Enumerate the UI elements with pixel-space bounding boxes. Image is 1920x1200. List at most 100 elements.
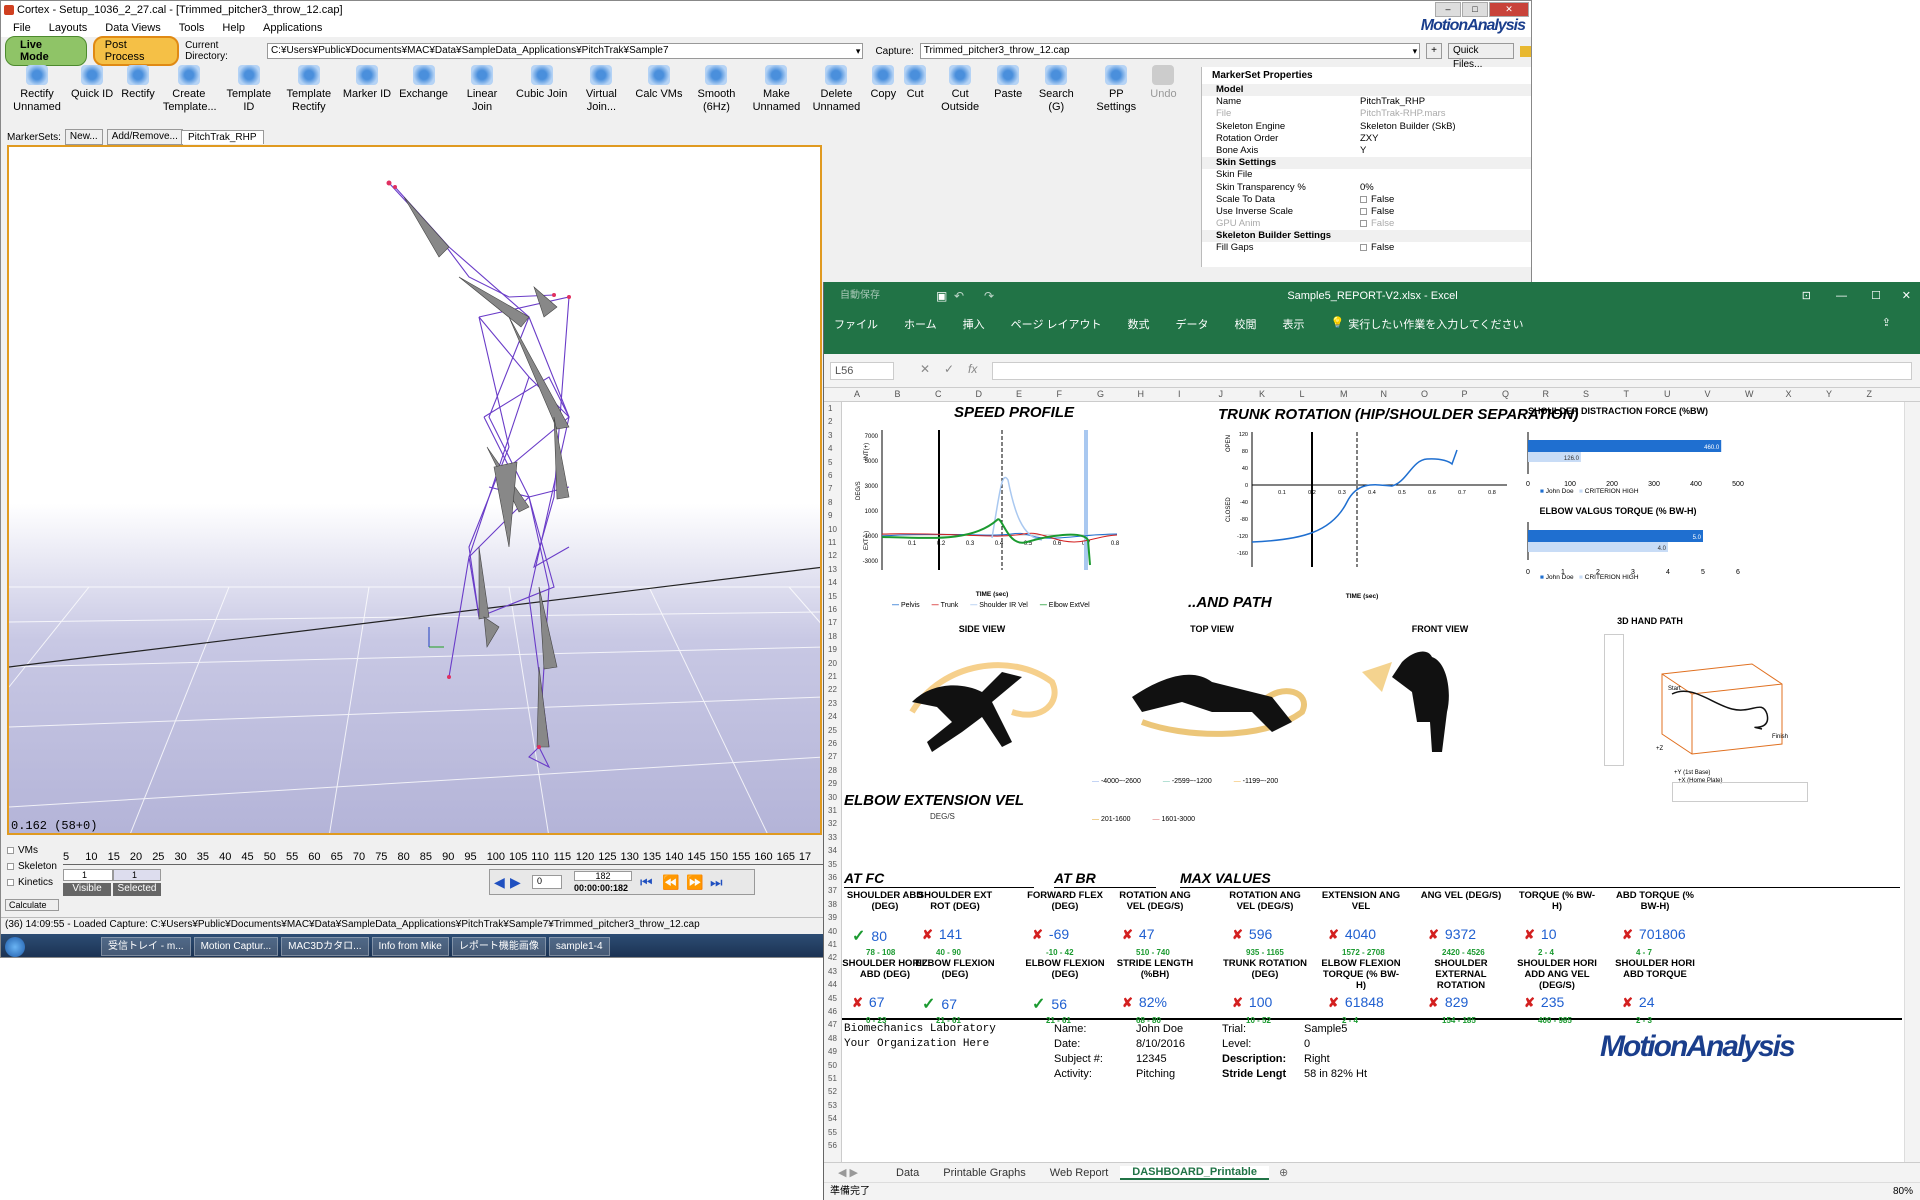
tab-insert[interactable]: 挿入 xyxy=(963,316,985,332)
add-remove-markerset-button[interactable]: Add/Remove... xyxy=(106,129,183,145)
post-process-button[interactable]: Post Process xyxy=(92,36,180,66)
row-header[interactable]: 26 xyxy=(828,739,837,748)
column-header[interactable]: N xyxy=(1381,389,1388,399)
enter-icon[interactable]: ✓ xyxy=(944,362,954,376)
column-header[interactable]: U xyxy=(1664,389,1671,399)
column-header[interactable]: H xyxy=(1138,389,1145,399)
tab-formulas[interactable]: 数式 xyxy=(1128,316,1150,332)
tool-button[interactable]: Marker ID xyxy=(339,63,395,125)
row-header[interactable]: 49 xyxy=(828,1047,837,1056)
menu-tools[interactable]: Tools xyxy=(179,19,205,37)
row-header[interactable]: 32 xyxy=(828,819,837,828)
frame-input[interactable]: 0 xyxy=(532,875,562,889)
tool-button[interactable]: Copy xyxy=(866,63,900,125)
vertical-scrollbar[interactable] xyxy=(1904,402,1920,1162)
row-header[interactable]: 12 xyxy=(828,551,837,560)
row-header[interactable]: 28 xyxy=(828,766,837,775)
property-row[interactable]: Skin Settings xyxy=(1202,157,1531,170)
tool-button[interactable]: Create Template... xyxy=(159,63,219,125)
checkbox-icon[interactable] xyxy=(1360,195,1367,203)
tool-button[interactable]: Virtual Join... xyxy=(571,63,631,125)
add-sheet-icon[interactable]: ⊕ xyxy=(1279,1166,1288,1179)
row-header[interactable]: 4 xyxy=(828,444,832,453)
capture-select[interactable]: Trimmed_pitcher3_throw_12.cap xyxy=(919,43,1421,59)
column-header[interactable]: F xyxy=(1057,389,1063,399)
row-header[interactable]: 15 xyxy=(828,592,837,601)
tool-button[interactable]: Search (G) xyxy=(1026,63,1086,125)
property-row[interactable]: Skeleton Builder Settings xyxy=(1202,230,1531,243)
step-forward-icon[interactable]: ⏩ xyxy=(686,874,703,891)
share-icon[interactable]: ⇪ xyxy=(1882,316,1891,329)
close-icon[interactable]: ✕ xyxy=(1902,282,1911,310)
column-header[interactable]: O xyxy=(1421,389,1428,399)
tab-file[interactable]: ファイル xyxy=(834,316,878,332)
property-row[interactable]: Scale To Data False xyxy=(1202,194,1531,206)
sheet-tab-web-report[interactable]: Web Report xyxy=(1038,1167,1121,1179)
row-header[interactable]: 40 xyxy=(828,927,837,936)
name-box[interactable]: L56 xyxy=(830,362,894,380)
tool-button[interactable]: Rectify Unnamed xyxy=(7,63,67,125)
row-header[interactable]: 47 xyxy=(828,1020,837,1029)
tool-button[interactable]: Paste xyxy=(990,63,1026,125)
row-header[interactable]: 6 xyxy=(828,471,832,480)
column-header[interactable]: L xyxy=(1300,389,1305,399)
property-row[interactable]: File PitchTrak-RHP.mars xyxy=(1202,108,1531,120)
column-header[interactable]: C xyxy=(935,389,942,399)
row-header[interactable]: 45 xyxy=(828,994,837,1003)
tool-button[interactable]: Delete Unnamed xyxy=(806,63,866,125)
tool-button[interactable]: Make Unnamed xyxy=(746,63,806,125)
row-header[interactable]: 22 xyxy=(828,685,837,694)
row-header[interactable]: 43 xyxy=(828,967,837,976)
row-header[interactable]: 17 xyxy=(828,618,837,627)
column-header[interactable]: W xyxy=(1745,389,1754,399)
row-header[interactable]: 37 xyxy=(828,886,837,895)
tell-me-box[interactable]: 実行したい作業を入力してください xyxy=(1348,316,1523,332)
tool-button[interactable]: Cubic Join xyxy=(512,63,571,125)
row-header[interactable]: 55 xyxy=(828,1128,837,1137)
row-header[interactable]: 54 xyxy=(828,1114,837,1123)
maximize-icon[interactable]: □ xyxy=(1462,2,1488,17)
tool-button[interactable]: Linear Join xyxy=(452,63,512,125)
row-header[interactable]: 14 xyxy=(828,578,837,587)
property-row[interactable]: Rotation Order ZXY xyxy=(1202,133,1531,145)
column-header[interactable]: R xyxy=(1543,389,1550,399)
tool-button[interactable]: Exchange xyxy=(395,63,452,125)
property-row[interactable]: Bone Axis Y xyxy=(1202,145,1531,157)
column-header[interactable]: A xyxy=(854,389,860,399)
row-header[interactable]: 16 xyxy=(828,605,837,614)
selected-button[interactable]: Selected xyxy=(113,883,161,896)
first-frame-icon[interactable]: ⏮ xyxy=(640,874,653,891)
3d-viewport[interactable] xyxy=(7,145,822,835)
property-row[interactable]: Skin File xyxy=(1202,169,1531,181)
kinetics-checkbox[interactable]: Kinetics xyxy=(7,875,57,891)
column-header[interactable]: B xyxy=(895,389,901,399)
column-header[interactable]: I xyxy=(1178,389,1181,399)
lightbulb-icon[interactable]: 💡 xyxy=(1331,316,1345,332)
row-header[interactable]: 56 xyxy=(828,1141,837,1150)
markerset-tab[interactable]: PitchTrak_RHP xyxy=(181,130,264,144)
row-header[interactable]: 20 xyxy=(828,659,837,668)
current-dir-select[interactable]: C:¥Users¥Public¥Documents¥MAC¥Data¥Sampl… xyxy=(266,43,864,59)
menu-layouts[interactable]: Layouts xyxy=(49,19,88,37)
quick-files-button[interactable]: Quick Files... xyxy=(1447,43,1514,70)
skeleton-checkbox[interactable]: Skeleton xyxy=(7,859,57,875)
tool-button[interactable]: Rectify xyxy=(117,63,159,125)
taskbar-item[interactable]: sample1-4 xyxy=(548,937,610,956)
tool-button[interactable]: Cut xyxy=(900,63,930,125)
taskbar-item[interactable]: レポート機能画像 xyxy=(451,937,546,956)
property-row[interactable]: Name PitchTrak_RHP xyxy=(1202,96,1531,108)
row-header[interactable]: 35 xyxy=(828,860,837,869)
row-header[interactable]: 52 xyxy=(828,1087,837,1096)
row-header[interactable]: 29 xyxy=(828,779,837,788)
property-row[interactable]: Skeleton Engine Skeleton Builder (SkB) xyxy=(1202,121,1531,133)
tool-button[interactable]: Calc VMs xyxy=(631,63,686,125)
menu-data-views[interactable]: Data Views xyxy=(105,19,160,37)
row-header[interactable]: 1 xyxy=(828,404,832,413)
column-header[interactable]: T xyxy=(1624,389,1630,399)
column-header[interactable]: V xyxy=(1705,389,1711,399)
row-header[interactable]: 25 xyxy=(828,726,837,735)
zoom-level[interactable]: 80% xyxy=(1893,1183,1913,1200)
row-header[interactable]: 27 xyxy=(828,752,837,761)
last-frame-icon[interactable]: ⏭ xyxy=(710,874,723,891)
row-header[interactable]: 41 xyxy=(828,940,837,949)
